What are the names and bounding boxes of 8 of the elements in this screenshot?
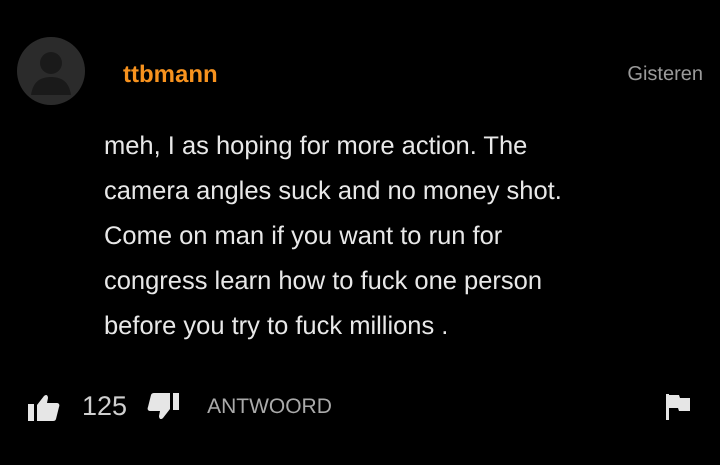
like-count: 125 [82,391,128,422]
flag-icon[interactable] [666,394,690,420]
comment-time: Gisteren [627,62,703,86]
username[interactable]: ttbmann [123,61,218,89]
thumbs-up-icon[interactable] [28,392,60,420]
reply-button[interactable]: ANTWOORD [207,394,332,418]
comment-text: meh, I as hoping for more action. The camera angles suck and no money shot. Come on man if you want to run for congress learn how to fuck one person before you try to fuck millions . [104,131,563,342]
thumbs-down-icon[interactable] [147,392,180,420]
